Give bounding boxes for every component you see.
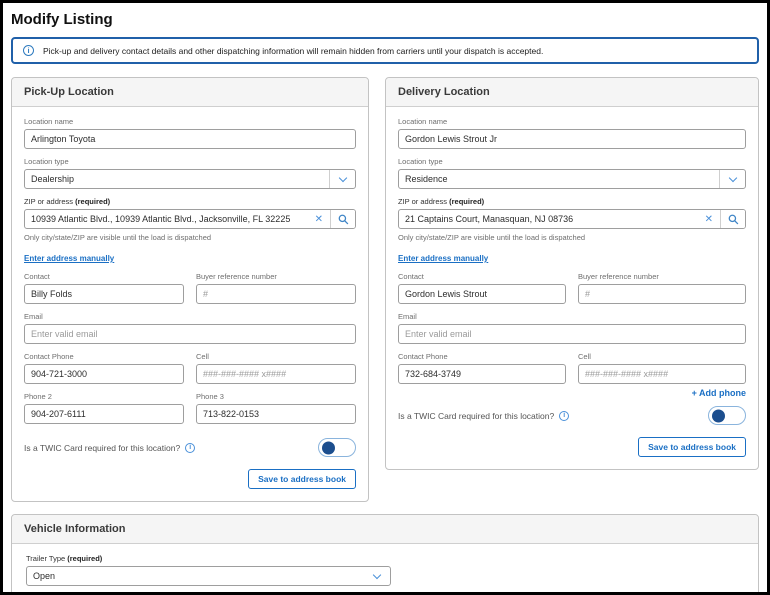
clear-icon[interactable]: ✕ — [308, 210, 330, 228]
pickup-phone2-input[interactable] — [24, 404, 184, 424]
pickup-contact-phone-input[interactable] — [24, 364, 184, 384]
pickup-email-input[interactable] — [24, 324, 356, 344]
delivery-contact-label: Contact — [398, 272, 566, 281]
info-banner-text: Pick-up and delivery contact details and… — [43, 46, 543, 56]
delivery-panel-title: Delivery Location — [386, 78, 758, 107]
pickup-cell-input[interactable] — [196, 364, 356, 384]
delivery-location-type-value: Residence — [399, 174, 719, 184]
pickup-cell-label: Cell — [196, 352, 356, 361]
pickup-email-label: Email — [24, 312, 356, 321]
location-panels: Pick-Up Location Location name Location … — [11, 77, 759, 502]
vehicle-panel-body: Trailer Type (required) Open — [12, 544, 758, 595]
delivery-location-type-select[interactable]: Residence — [398, 169, 746, 189]
pickup-zip-help: Only city/state/ZIP are visible until th… — [24, 233, 356, 242]
info-icon[interactable]: i — [185, 443, 195, 453]
delivery-email-label: Email — [398, 312, 746, 321]
trailer-type-value: Open — [27, 571, 364, 581]
delivery-buyer-ref-input[interactable] — [578, 284, 746, 304]
pickup-zip-input[interactable] — [25, 210, 308, 228]
delivery-twic-toggle[interactable] — [708, 406, 746, 425]
info-icon: i — [23, 45, 34, 56]
pickup-save-to-address-book-button[interactable]: Save to address book — [248, 469, 356, 489]
delivery-email-input[interactable] — [398, 324, 746, 344]
delivery-zip-label: ZIP or address (required) — [398, 197, 746, 206]
pickup-enter-address-manually-link[interactable]: Enter address manually — [24, 254, 114, 263]
delivery-zip-help: Only city/state/ZIP are visible until th… — [398, 233, 746, 242]
pickup-location-name-label: Location name — [24, 117, 356, 126]
delivery-location-panel: Delivery Location Location name Location… — [385, 77, 759, 470]
toggle-knob — [712, 409, 725, 422]
pickup-contact-input[interactable] — [24, 284, 184, 304]
page-title: Modify Listing — [11, 11, 759, 28]
pickup-contact-label: Contact — [24, 272, 184, 281]
pickup-contact-phone-label: Contact Phone — [24, 352, 184, 361]
pickup-location-type-select[interactable]: Dealership — [24, 169, 356, 189]
clear-icon[interactable]: ✕ — [698, 210, 720, 228]
info-icon[interactable]: i — [559, 411, 569, 421]
pickup-phone2-label: Phone 2 — [24, 392, 184, 401]
delivery-location-name-input[interactable] — [398, 129, 746, 149]
pickup-location-panel: Pick-Up Location Location name Location … — [11, 77, 369, 502]
delivery-zip-input[interactable] — [399, 210, 698, 228]
pickup-panel-title: Pick-Up Location — [12, 78, 368, 107]
modify-listing-page: Modify Listing i Pick-up and delivery co… — [0, 0, 770, 595]
chevron-down-icon — [329, 170, 355, 188]
delivery-twic-question: Is a TWIC Card required for this locatio… — [398, 411, 569, 421]
delivery-buyer-ref-label: Buyer reference number — [578, 272, 746, 281]
pickup-zip-group: ✕ — [24, 209, 356, 229]
info-banner: i Pick-up and delivery contact details a… — [11, 37, 759, 64]
delivery-save-to-address-book-button[interactable]: Save to address book — [638, 437, 746, 457]
chevron-down-icon — [364, 567, 390, 585]
search-icon[interactable] — [720, 210, 745, 228]
delivery-location-type-label: Location type — [398, 157, 746, 166]
chevron-down-icon — [719, 170, 745, 188]
delivery-cell-label: Cell — [578, 352, 746, 361]
search-icon[interactable] — [330, 210, 355, 228]
delivery-contact-phone-input[interactable] — [398, 364, 566, 384]
pickup-phone3-label: Phone 3 — [196, 392, 356, 401]
delivery-location-name-label: Location name — [398, 117, 746, 126]
delivery-enter-address-manually-link[interactable]: Enter address manually — [398, 254, 488, 263]
pickup-buyer-ref-input[interactable] — [196, 284, 356, 304]
pickup-buyer-ref-label: Buyer reference number — [196, 272, 356, 281]
delivery-contact-phone-label: Contact Phone — [398, 352, 566, 361]
add-phone-link[interactable]: + Add phone — [692, 388, 746, 398]
delivery-zip-group: ✕ — [398, 209, 746, 229]
pickup-panel-body: Location name Location type Dealership Z… — [12, 107, 368, 501]
delivery-cell-input[interactable] — [578, 364, 746, 384]
pickup-location-type-label: Location type — [24, 157, 356, 166]
vehicle-information-panel: Vehicle Information Trailer Type (requir… — [11, 514, 759, 595]
pickup-location-type-value: Dealership — [25, 174, 329, 184]
toggle-knob — [322, 441, 335, 454]
pickup-phone3-input[interactable] — [196, 404, 356, 424]
pickup-zip-label: ZIP or address (required) — [24, 197, 356, 206]
delivery-contact-input[interactable] — [398, 284, 566, 304]
trailer-type-label: Trailer Type (required) — [26, 554, 744, 563]
vehicle-panel-title: Vehicle Information — [12, 515, 758, 544]
trailer-type-select[interactable]: Open — [26, 566, 391, 586]
pickup-twic-question: Is a TWIC Card required for this locatio… — [24, 443, 195, 453]
pickup-location-name-input[interactable] — [24, 129, 356, 149]
pickup-twic-toggle[interactable] — [318, 438, 356, 457]
delivery-panel-body: Location name Location type Residence ZI… — [386, 107, 758, 469]
